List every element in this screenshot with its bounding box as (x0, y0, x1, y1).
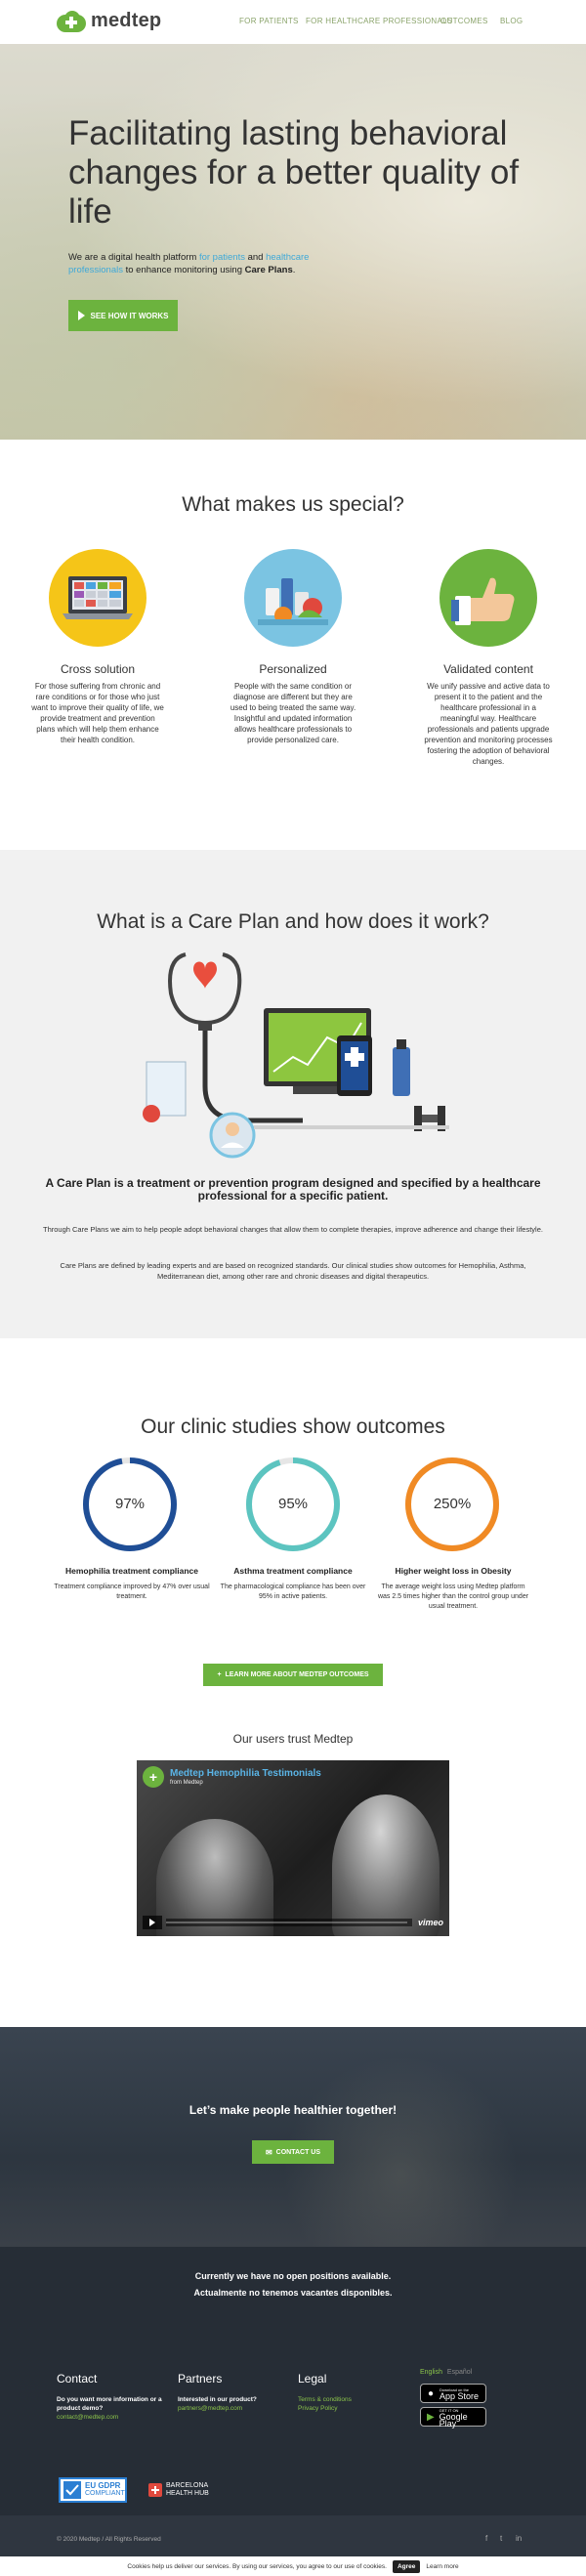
gdpr-badge: EU GDPR COMPLIANT (59, 2476, 127, 2504)
stat-obesity: Higher weight loss in Obesity The averag… (375, 1566, 531, 1612)
outcomes-title: Our clinic studies show outcomes (141, 1415, 445, 1438)
google-play-icon: ▶ (426, 2411, 435, 2423)
footer-contact: Contact Do you want more information or … (57, 2372, 174, 2422)
healthy-food-icon (244, 549, 342, 647)
see-how-it-works-button[interactable]: SEE HOW IT WORKS (68, 300, 178, 331)
link-for-patients[interactable]: for patients (199, 252, 245, 263)
cookie-agree-button[interactable]: Agree (392, 2559, 421, 2573)
care-plan-title: What is a Care Plan and how does it work… (97, 910, 489, 933)
nav-outcomes[interactable]: OUTCOMES (440, 17, 488, 25)
footer-contact-email[interactable]: contact@medtep.com (57, 2413, 174, 2422)
google-play-badge[interactable]: ▶ GET IT ON Google Play (420, 2407, 486, 2428)
footer-contact-title: Contact (57, 2372, 98, 2386)
testimonial-video[interactable]: + Medtep Hemophilia Testimonials from Me… (137, 1760, 449, 1936)
nav-for-patients[interactable]: FOR PATIENTS (239, 17, 299, 25)
care-plan-paragraph-2: Care Plans are defined by leading expert… (60, 1261, 526, 1281)
contact-us-button[interactable]: ✉ CONTACT US (252, 2140, 334, 2164)
feature-text: We unify passive and active data to pres… (424, 682, 553, 766)
video-from[interactable]: from Medtep (170, 1780, 321, 1786)
thumbs-up-icon (440, 549, 537, 647)
video-progress-bar[interactable] (166, 1919, 412, 1926)
feature-title: Validated content (443, 662, 533, 676)
vimeo-logo[interactable]: vimeo (418, 1918, 443, 1927)
main-nav: FOR PATIENTS FOR HEALTHCARE PROFESSIONAL… (0, 17, 586, 28)
play-icon (77, 311, 85, 320)
learn-more-outcomes-button[interactable]: + LEARN MORE ABOUT MEDTEP OUTCOMES (203, 1664, 383, 1686)
mail-icon: ✉ (265, 2147, 272, 2157)
stat-text: The average weight loss using Medtep pla… (377, 1584, 529, 1610)
cookie-banner: Cookies help us deliver our services. By… (0, 2556, 586, 2576)
hero-section: Facilitating lasting behavioral changes … (0, 44, 586, 440)
stat-title: Hemophilia treatment compliance (64, 1566, 199, 1576)
care-plan-illustration (137, 950, 449, 1164)
stat-asthma: Asthma treatment compliance The pharmaco… (215, 1566, 371, 1602)
jobs-text-es: Actualmente no tenemos vacantes disponib… (193, 2288, 393, 2298)
copyright: © 2020 Medtep / All Rights Reserved (57, 2536, 161, 2543)
app-store-badge[interactable]: ● Download on the App Store (420, 2384, 486, 2403)
footer-partners-title: Partners (178, 2372, 223, 2386)
feature-personalized: Personalized People with the same condit… (220, 549, 366, 745)
play-icon (149, 1919, 155, 1926)
stat-title: Higher weight loss in Obesity (395, 1566, 512, 1576)
footer-partners: Partners Interested in our product? part… (178, 2372, 295, 2413)
plus-icon: + (217, 1671, 222, 1678)
video-play-button[interactable] (143, 1916, 162, 1929)
jobs-text-en: Currently we have no open positions avai… (194, 2271, 392, 2281)
lang-english[interactable]: English (420, 2369, 442, 2376)
trust-title: Our users trust Medtep (232, 1732, 354, 1746)
lang-spanish[interactable]: Español (447, 2369, 472, 2376)
feature-text: For those suffering from chronic and rar… (31, 682, 164, 744)
nav-for-healthcare-professionals[interactable]: FOR HEALTHCARE PROFESSIONALS (306, 17, 453, 25)
footer-partners-email[interactable]: partners@medtep.com (178, 2404, 295, 2413)
footer-legal: Legal Terms & conditions Privacy Policy (298, 2372, 352, 2413)
footer-terms-link[interactable]: Terms & conditions (298, 2395, 352, 2404)
nav-blog[interactable]: BLOG (500, 17, 523, 25)
hero-title: Facilitating lasting behavioral changes … (68, 114, 520, 231)
feature-text: People with the same condition or diagno… (230, 682, 356, 744)
laptop-dashboard-icon (49, 549, 146, 647)
asthma-value: 95% (277, 1496, 309, 1512)
stat-hemophilia: Hemophilia treatment compliance Treatmen… (54, 1566, 210, 1602)
checkmark-icon (63, 2481, 81, 2499)
facebook-icon[interactable]: f (485, 2534, 487, 2543)
footer-contact-text: Do you want more information or a produc… (57, 2396, 162, 2412)
video-header: + Medtep Hemophilia Testimonials from Me… (143, 1766, 321, 1788)
twitter-icon[interactable]: t (500, 2534, 502, 2543)
footer-privacy-link[interactable]: Privacy Policy (298, 2404, 352, 2413)
obesity-ring: 250% (403, 1456, 501, 1553)
linkedin-icon[interactable]: in (516, 2534, 522, 2543)
feature-title: Cross solution (60, 662, 136, 676)
jobs-section (0, 2247, 586, 2354)
hero-subtitle: We are a digital health platform for pat… (68, 252, 310, 275)
video-title[interactable]: Medtep Hemophilia Testimonials (170, 1768, 321, 1779)
language-switcher: English Español (420, 2369, 472, 2376)
care-plan-heading: A Care Plan is a treatment or prevention… (45, 1176, 541, 1203)
care-plan-paragraph-1: Through Care Plans we aim to help people… (43, 1225, 543, 1234)
feature-cross-solution: Cross solution For those suffering from … (24, 549, 171, 745)
video-controls: vimeo (143, 1915, 443, 1930)
health-hub-icon (148, 2483, 162, 2497)
stat-text: The pharmacological compliance has been … (220, 1584, 366, 1600)
footer-legal-title: Legal (298, 2372, 327, 2386)
hemophilia-value: 97% (114, 1496, 146, 1512)
footer-partners-text: Interested in our product? (178, 2396, 257, 2403)
stat-title: Asthma treatment compliance (233, 1566, 353, 1576)
special-title: What makes us special? (182, 493, 404, 516)
cookie-learn-more-link[interactable]: Learn more (426, 2563, 458, 2570)
medtep-video-logo-icon: + (143, 1766, 164, 1788)
apple-icon: ● (427, 2387, 435, 2399)
stat-text: Treatment compliance improved by 47% ove… (54, 1584, 210, 1600)
feature-title: Personalized (259, 662, 327, 676)
cookie-text: Cookies help us deliver our services. By… (127, 2562, 387, 2570)
asthma-ring: 95% (244, 1456, 342, 1553)
cta-section (0, 2027, 586, 2247)
barcelona-health-hub-badge: BARCELONA HEALTH HUB (148, 2476, 209, 2504)
feature-validated-content: Validated content We unify passive and a… (415, 549, 562, 767)
cta-title: Let’s make people healthier together! (188, 2103, 398, 2117)
obesity-value: 250% (433, 1496, 472, 1512)
hemophilia-ring: 97% (81, 1456, 179, 1553)
site-header: medtep FOR PATIENTS FOR HEALTHCARE PROFE… (0, 0, 586, 44)
